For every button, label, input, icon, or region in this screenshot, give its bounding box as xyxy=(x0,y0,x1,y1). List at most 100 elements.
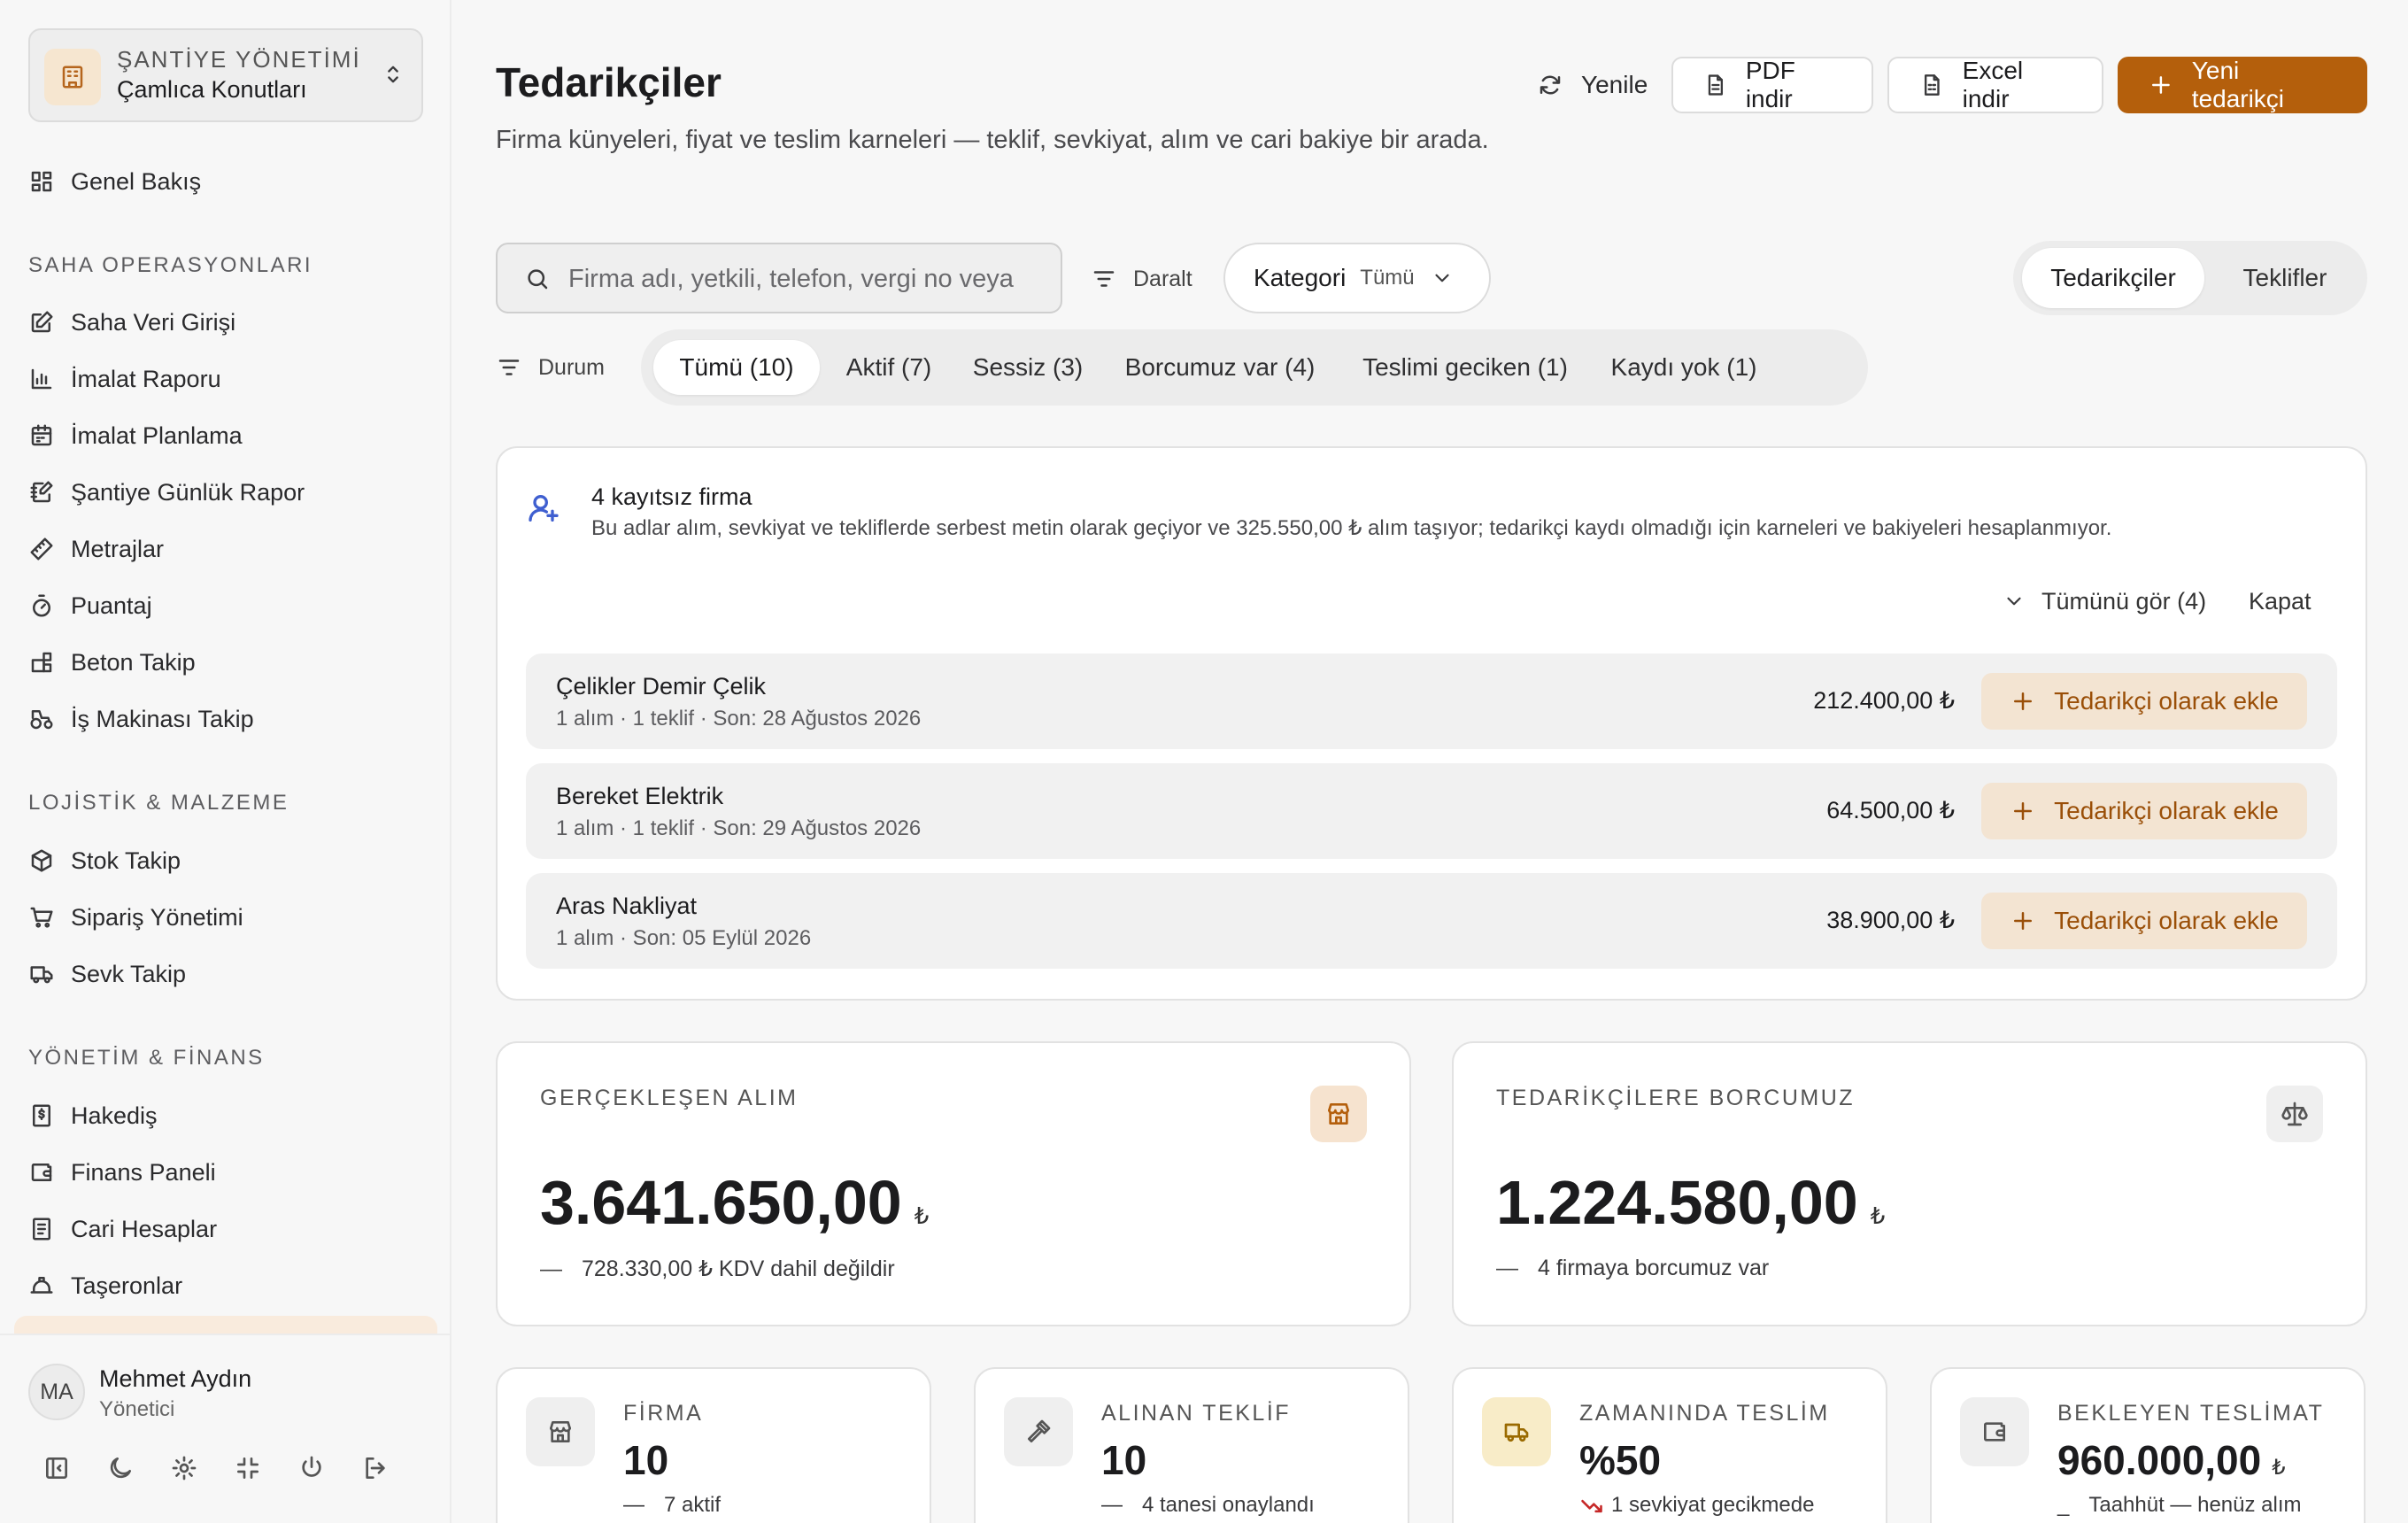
nav-orders[interactable]: Sipariş Yönetimi xyxy=(28,895,243,939)
add-as-supplier-button[interactable]: Tedarikçi olarak ekle xyxy=(1981,893,2307,949)
add-as-supplier-button[interactable]: Tedarikçi olarak ekle xyxy=(1981,783,2307,839)
status-pill-debt[interactable]: Borcumuz var (4) xyxy=(1107,340,1333,395)
nav-quantities[interactable]: Metrajlar xyxy=(28,527,164,571)
nav-label: Sevk Takip xyxy=(71,960,187,987)
site-switcher[interactable]: ŞANTİYE YÖNETİMİ Çamlıca Konutları xyxy=(28,28,423,122)
status-pill-silent[interactable]: Sessiz (3) xyxy=(958,340,1098,395)
refresh-icon xyxy=(1540,75,1561,95)
footer-toolbar xyxy=(42,1454,390,1482)
nav-overview[interactable]: Genel Bakış xyxy=(28,159,201,204)
chevron-updown-icon xyxy=(388,66,398,83)
power-icon[interactable] xyxy=(297,1454,326,1482)
close-button[interactable]: Kapat xyxy=(2249,579,2312,623)
nav-accounts[interactable]: Cari Hesaplar xyxy=(28,1207,217,1251)
category-select[interactable]: Kategori Tümü xyxy=(1223,243,1491,313)
excel-download-button[interactable]: Excel indir xyxy=(1887,57,2103,113)
list-item: Bereket Elektrik 1 alım · 1 teklif · Son… xyxy=(526,763,2337,859)
receipt-icon xyxy=(33,1104,50,1127)
firm-amount: 38.900,00 ₺ xyxy=(1826,907,1955,933)
firm-name: Aras Nakliyat xyxy=(556,893,698,919)
nav-machinery[interactable]: İş Makinası Takip xyxy=(28,697,254,741)
store-icon xyxy=(1310,1086,1367,1142)
nav-stock[interactable]: Stok Takip xyxy=(28,839,181,883)
page-subtitle: Firma künyeleri, fiyat ve teslim karnele… xyxy=(496,126,1489,154)
new-supplier-label: Yeni tedarikçi xyxy=(2191,57,2285,112)
notebook-pen-icon xyxy=(30,481,53,503)
plus-icon xyxy=(2014,912,2033,930)
calendar-icon xyxy=(31,424,52,446)
excel-label: Excel indir xyxy=(1962,57,2024,112)
new-supplier-button[interactable]: Yeni tedarikçi xyxy=(2118,57,2367,113)
collapse-sidebar-icon[interactable] xyxy=(42,1454,71,1482)
nav-label: Finans Paneli xyxy=(71,1158,216,1186)
building-icon xyxy=(44,49,101,105)
site-name: Çamlıca Konutları xyxy=(117,76,307,103)
narrow-filter-button[interactable]: Daralt xyxy=(1091,257,1192,301)
pdf-download-button[interactable]: PDF indir xyxy=(1671,57,1873,113)
plus-icon xyxy=(2014,802,2033,820)
status-pill-late[interactable]: Teslimi geciken (1) xyxy=(1342,340,1588,395)
panel-description: Bu adlar alım, sevkiyat ve tekliflerde s… xyxy=(591,516,2112,540)
edit-icon xyxy=(31,311,53,333)
gavel-icon xyxy=(1004,1397,1073,1466)
logout-icon[interactable] xyxy=(361,1454,390,1482)
nav-production-report[interactable]: İmalat Raporu xyxy=(28,357,221,401)
ruler-icon xyxy=(30,537,53,560)
tab-offers[interactable]: Teklifler xyxy=(2210,248,2360,308)
page-title: Tedarikçiler xyxy=(496,59,722,105)
search-icon xyxy=(528,269,548,290)
nav-progress-payment[interactable]: Hakediş xyxy=(28,1094,158,1138)
avatar[interactable]: MA xyxy=(28,1364,85,1420)
section-title: YÖNETİM & FİNANS xyxy=(28,1046,265,1070)
nav-production-planning[interactable]: İmalat Planlama xyxy=(28,414,243,458)
minimize-icon[interactable] xyxy=(234,1454,262,1482)
plus-icon xyxy=(2014,692,2033,710)
moon-icon[interactable] xyxy=(106,1454,135,1482)
nav-label: Genel Bakış xyxy=(71,167,202,195)
list-item: Aras Nakliyat 1 alım · Son: 05 Eylül 202… xyxy=(526,873,2337,969)
status-pills: Tümü (10) Aktif (7) Sessiz (3) Borcumuz … xyxy=(641,329,1868,406)
scale-icon xyxy=(2266,1086,2323,1142)
kpi-value: 1.224.580,00 ₺ xyxy=(1496,1168,1886,1237)
category-value: Tümü xyxy=(1360,266,1415,290)
pdf-label: PDF indir xyxy=(1745,57,1795,112)
refresh-button[interactable]: Yenile xyxy=(1507,57,1678,113)
nav-timesheet[interactable]: Puantaj xyxy=(28,584,152,628)
nav-subcontractors[interactable]: Taşeronlar xyxy=(28,1264,182,1308)
status-filter-label: Durum xyxy=(496,345,605,390)
filter-lines-icon xyxy=(1093,271,1115,287)
card-value: %50 xyxy=(1579,1437,1662,1483)
refresh-label: Yenile xyxy=(1581,71,1648,98)
card-firms: FİRMA 10 —7 aktif xyxy=(496,1367,931,1523)
file-text-icon xyxy=(1708,74,1724,96)
main-content: Tedarikçiler Firma künyeleri, fiyat ve t… xyxy=(453,0,2408,1523)
nav-concrete[interactable]: Beton Takip xyxy=(28,640,196,684)
add-as-supplier-button[interactable]: Tedarikçi olarak ekle xyxy=(1981,673,2307,730)
nav-field-entry[interactable]: Saha Veri Girişi xyxy=(28,300,235,344)
tab-suppliers[interactable]: Tedarikçiler xyxy=(2022,248,2204,308)
gear-icon[interactable] xyxy=(170,1454,198,1482)
firm-meta: 1 alım · 1 teklif · Son: 28 Ağustos 2026 xyxy=(556,707,922,731)
nav-label: Beton Takip xyxy=(71,648,196,676)
nav-finance[interactable]: Finans Paneli xyxy=(28,1150,216,1194)
package-icon xyxy=(31,849,52,872)
search-input[interactable] xyxy=(568,259,1046,299)
search-field[interactable] xyxy=(496,243,1062,313)
status-pill-all[interactable]: Tümü (10) xyxy=(653,340,820,395)
nav-label: Saha Veri Girişi xyxy=(71,308,236,336)
nav-daily-report[interactable]: Şantiye Günlük Rapor xyxy=(28,470,305,514)
trend-down-icon xyxy=(1581,1499,1602,1512)
cart-icon xyxy=(30,907,53,928)
status-label: Durum xyxy=(538,354,606,380)
bar-chart-icon xyxy=(31,368,52,390)
nav-shipments[interactable]: Sevk Takip xyxy=(28,952,186,996)
view-all-button[interactable]: Tümünü gör (4) xyxy=(2003,579,2206,623)
category-label: Kategori xyxy=(1254,264,1347,291)
status-pill-active[interactable]: Aktif (7) xyxy=(829,340,949,395)
tractor-icon xyxy=(30,710,53,730)
card-label: ZAMANINDA TESLİM xyxy=(1579,1401,1830,1426)
kpi-value: 3.641.650,00 ₺ xyxy=(540,1168,930,1237)
firm-name: Bereket Elektrik xyxy=(556,783,724,809)
status-pill-unregistered[interactable]: Kaydı yok (1) xyxy=(1597,340,1771,395)
kpi-sub: —728.330,00 ₺ KDV dahil değildir xyxy=(540,1256,895,1281)
